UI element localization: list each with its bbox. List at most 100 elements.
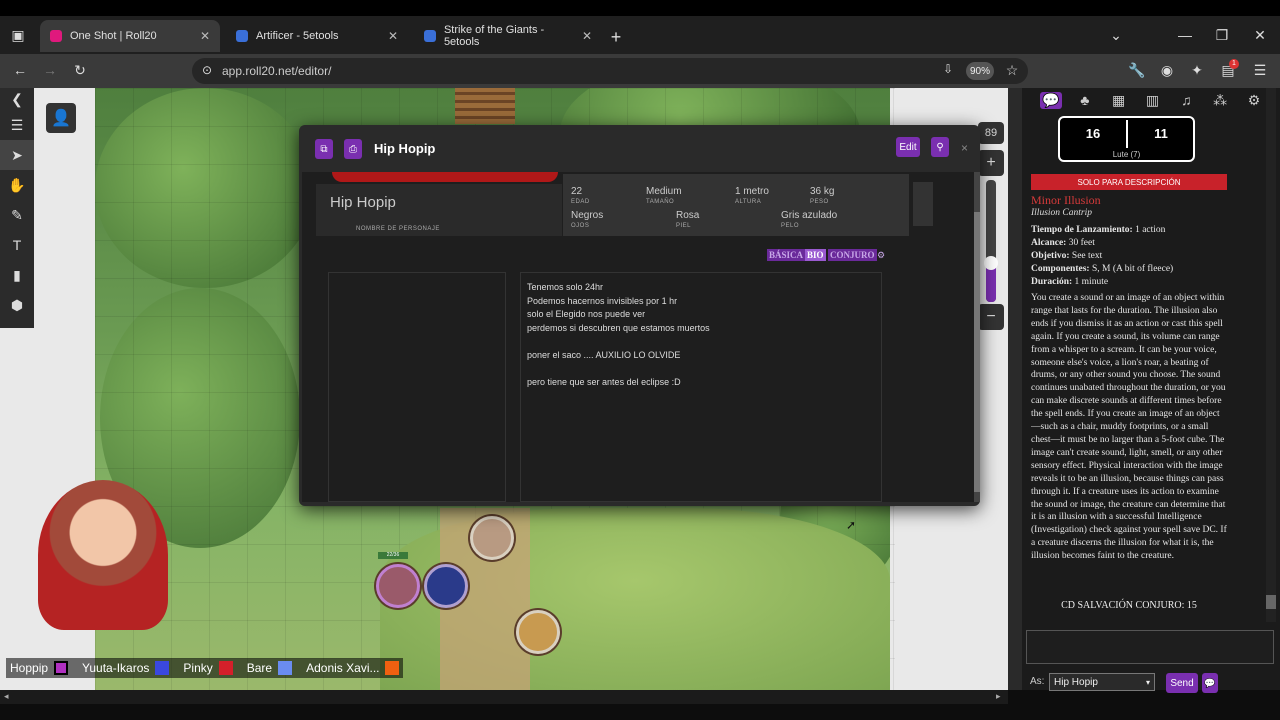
- collections-icon[interactable]: ⁂: [1209, 92, 1231, 109]
- spell-save-dc: CD SALVACIÓN CONJURO: 15: [1061, 600, 1197, 611]
- roll-label: Lute (7): [1112, 150, 1141, 159]
- stat-skin-label: PIEL: [676, 223, 692, 229]
- tab-roll20[interactable]: One Shot | Roll20 ✕: [40, 20, 220, 52]
- menu-icon[interactable]: ☰: [1250, 62, 1270, 79]
- forward-icon[interactable]: →: [40, 62, 60, 78]
- scroll-left-icon[interactable]: ◂: [4, 691, 9, 702]
- tab-bio[interactable]: BIO: [805, 249, 826, 261]
- page-scrollbar[interactable]: [1008, 88, 1022, 690]
- tab-title: Strike of the Giants - 5etools: [443, 24, 545, 48]
- address-bar[interactable]: app.roll20.net/editor/: [192, 58, 1028, 84]
- player-token[interactable]: [470, 516, 514, 560]
- chevron-down-icon: ▾: [1145, 677, 1150, 687]
- spell-field: Duración: 1 minute: [1031, 276, 1227, 289]
- install-app-icon[interactable]: ⇩: [938, 62, 958, 76]
- scroll-right-icon[interactable]: ▸: [996, 691, 1001, 702]
- tab-artificer[interactable]: Artificer - 5etools ✕: [226, 20, 408, 52]
- tab-close-icon[interactable]: ✕: [200, 29, 210, 43]
- tab-conjuro[interactable]: CONJURO: [828, 249, 877, 261]
- tab-close-icon[interactable]: ✕: [388, 29, 398, 43]
- player-item[interactable]: Yuuta-Ikaros: [82, 661, 170, 675]
- note-line: poner el saco .... AUXILIO LO OLVIDE: [527, 349, 681, 360]
- chat-scrollbar[interactable]: [1266, 88, 1276, 622]
- zoom-out-icon[interactable]: −: [978, 304, 1004, 330]
- player-item[interactable]: Adonis Xavi...: [306, 661, 400, 675]
- character-name[interactable]: Hip Hopip: [330, 194, 396, 211]
- ruler-tool-icon[interactable]: ▮: [0, 260, 34, 290]
- search-icon[interactable]: ⚲: [931, 137, 949, 157]
- select-tool-icon[interactable]: ➤: [0, 140, 34, 170]
- edit-button[interactable]: Edit: [896, 137, 920, 157]
- jukebox-icon[interactable]: ♫: [1175, 92, 1197, 108]
- tab-actions-icon[interactable]: ▣: [8, 27, 28, 44]
- horizontal-scrollbar[interactable]: ◂ ▸: [0, 690, 1008, 704]
- tab-close-icon[interactable]: ✕: [582, 29, 592, 43]
- stat-size-value[interactable]: Medium: [646, 186, 682, 197]
- avatar-icon[interactable]: 👤: [46, 103, 76, 133]
- player-item[interactable]: Hoppip: [10, 661, 69, 675]
- chat-icon[interactable]: 💬: [1040, 91, 1062, 109]
- print-icon[interactable]: ⎙: [344, 139, 362, 159]
- player-name: Pinky: [183, 661, 213, 675]
- player-token[interactable]: [516, 610, 560, 654]
- stat-weight-value[interactable]: 36 kg: [810, 186, 834, 197]
- stat-skin-value[interactable]: Rosa: [676, 210, 699, 221]
- settings-icon[interactable]: ⚙: [1243, 92, 1265, 109]
- stat-eyes-value[interactable]: Negros: [571, 210, 603, 221]
- tab-basica[interactable]: BÁSICA: [767, 249, 806, 261]
- zoom-indicator[interactable]: 90%: [966, 62, 994, 80]
- stat-age-value[interactable]: 22: [571, 186, 582, 197]
- reload-icon[interactable]: ↻: [70, 62, 90, 79]
- sidebar-tabs: 💬 ♣ ▦ ▥ ♫ ⁂ ⚙: [1040, 86, 1265, 114]
- emote-icon[interactable]: 💬: [1202, 673, 1218, 693]
- sheet-scrollbar[interactable]: [974, 172, 980, 502]
- tab-strike-giants[interactable]: Strike of the Giants - 5etools ✕: [414, 20, 602, 52]
- zoom-slider-handle[interactable]: [984, 256, 998, 270]
- bookmark-star-icon[interactable]: ☆: [1002, 62, 1022, 79]
- player-item[interactable]: Pinky: [183, 661, 233, 675]
- zoom-slider[interactable]: [984, 180, 998, 302]
- dice-tool-icon[interactable]: ⬢: [0, 290, 34, 320]
- dialog-close-icon[interactable]: ×: [961, 141, 968, 155]
- journal-icon[interactable]: ▦: [1108, 92, 1130, 109]
- send-button[interactable]: Send: [1166, 673, 1198, 693]
- wooden-bridge: [455, 88, 515, 124]
- layer-number: 89: [978, 122, 1004, 144]
- speak-as-select[interactable]: Hip Hopip ▾: [1049, 673, 1155, 691]
- field-value: S, M (A bit of fleece): [1091, 263, 1174, 274]
- text-tool-icon[interactable]: T: [0, 230, 34, 260]
- player-item[interactable]: Bare: [247, 661, 293, 675]
- stat-hair-value[interactable]: Gris azulado: [781, 210, 837, 221]
- minimize-icon[interactable]: —: [1175, 27, 1195, 43]
- field-key: Tiempo de Lanzamiento:: [1031, 225, 1133, 235]
- profile-icon[interactable]: ◉: [1157, 62, 1177, 79]
- draw-tool-icon[interactable]: ✎: [0, 200, 34, 230]
- stat-height-value[interactable]: 1 metro: [735, 186, 769, 197]
- popout-icon[interactable]: ⧉: [315, 139, 333, 159]
- compendium-icon[interactable]: ▥: [1141, 92, 1163, 109]
- pan-tool-icon[interactable]: ✋: [0, 170, 34, 200]
- site-info-icon[interactable]: ⊙: [197, 63, 217, 77]
- player-color: [54, 661, 69, 675]
- chevron-down-icon[interactable]: ⌄: [1106, 27, 1126, 44]
- bio-notes[interactable]: Tenemos solo 24hr Podemos hacernos invis…: [520, 272, 882, 502]
- window-close-icon[interactable]: ✕: [1250, 27, 1270, 44]
- stat-hair-label: PELO: [781, 223, 800, 229]
- layers-icon[interactable]: ☰: [0, 110, 34, 140]
- zoom-in-icon[interactable]: +: [978, 150, 1004, 176]
- settings-gear-icon[interactable]: ⚙: [877, 250, 885, 261]
- sheet-scrollbar-thumb[interactable]: [974, 212, 980, 492]
- portrait-box[interactable]: [328, 272, 506, 502]
- extensions-icon[interactable]: ✦: [1187, 62, 1207, 79]
- collapse-toolbar-icon[interactable]: ❮: [0, 88, 34, 110]
- player-token[interactable]: [424, 564, 468, 608]
- back-icon[interactable]: ←: [10, 62, 30, 78]
- chat-scrollbar-thumb[interactable]: [1266, 595, 1276, 609]
- art-library-icon[interactable]: ♣: [1074, 92, 1096, 108]
- chat-input[interactable]: [1026, 630, 1274, 664]
- wrench-icon[interactable]: 🔧: [1127, 62, 1147, 79]
- player-token[interactable]: [376, 564, 420, 608]
- new-tab-icon[interactable]: +: [606, 27, 626, 48]
- field-key: Objetivo:: [1031, 250, 1070, 261]
- restore-icon[interactable]: ❐: [1212, 27, 1232, 44]
